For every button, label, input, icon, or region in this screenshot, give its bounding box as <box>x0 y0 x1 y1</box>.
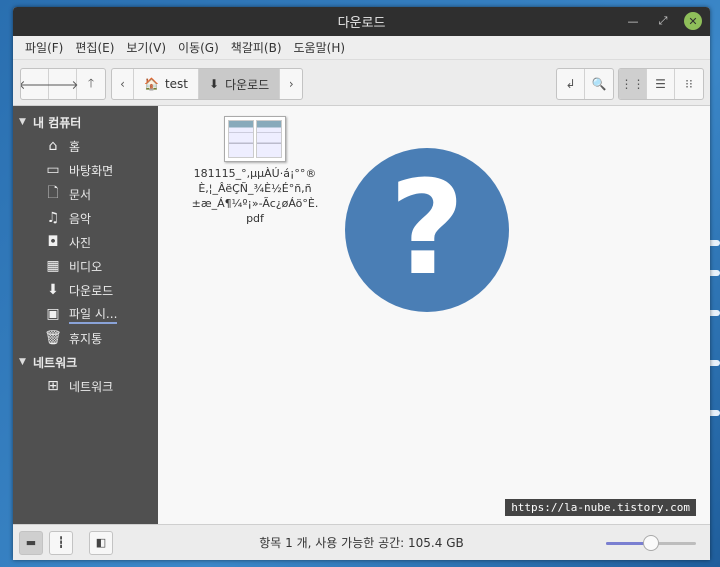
view-mode-group: ⋮⋮ ☰ ⁝⁝ <box>618 68 704 100</box>
search-icon: 🔍 <box>591 77 607 91</box>
sidebar-item-downloads[interactable]: ⬇ 다운로드 <box>13 278 158 302</box>
minimize-icon[interactable]: — <box>624 12 642 30</box>
music-icon: ♫ <box>46 210 60 226</box>
home-icon: ⌂ <box>48 138 58 154</box>
zoom-slider-handle[interactable] <box>643 535 659 551</box>
camera-icon: ◘ <box>47 234 59 250</box>
file-manager-window: 다운로드 — ⤢ ✕ 파일(F) 편집(E) 보기(V) 이동(G) 책갈피(B… <box>13 7 710 560</box>
statusbar: ▬ ┇ ◧ 항목 1 개, 사용 가능한 공간: 105.4 GB <box>13 524 710 560</box>
breadcrumb-label: 다운로드 <box>225 77 270 92</box>
sidebar-item-documents[interactable]: 🗋 문서 <box>13 182 158 206</box>
sidebar-item-filesystem[interactable]: ▣ 파일 시... <box>13 302 158 326</box>
breadcrumb-label: test <box>164 77 188 91</box>
arrow-up-icon: 🡑 <box>87 75 95 90</box>
home-icon: 🏠 <box>144 77 159 91</box>
menu-view[interactable]: 보기(V) <box>120 39 172 56</box>
folder-icon: ▬ <box>25 536 37 549</box>
watermark: https://la-nube.tistory.com <box>505 499 696 516</box>
up-button[interactable]: 🡑 <box>77 69 105 99</box>
sidebar-item-label: 홈 <box>69 139 81 154</box>
list-view-button[interactable]: ☰ <box>647 69 675 99</box>
hide-sidebar-button[interactable]: ◧ <box>89 530 113 555</box>
sidebar-item-label: 휴지통 <box>69 331 103 346</box>
toolbar: 🡐 🡒 🡑 ‹ 🏠 test ⬇ 다운로드 › ↲ 🔍 ⋮⋮ ☰ ⁝⁝ <box>13 60 710 106</box>
menu-help[interactable]: 도움말(H) <box>288 39 352 56</box>
network-icon: ⊞ <box>47 378 59 394</box>
sidebar-item-desktop[interactable]: ▭ 바탕화면 <box>13 158 158 182</box>
drive-icon: ▣ <box>46 306 60 322</box>
back-button[interactable]: 🡐 <box>21 69 51 99</box>
sidebar-item-music[interactable]: ♫ 음악 <box>13 206 158 230</box>
maximize-icon[interactable]: ⤢ <box>654 12 672 30</box>
file-name: 181115_°,µµÀÚ·á¡°°®È,¦_ÂëÇÑ_¾È½É°ñ,ñ±æ_Á… <box>191 167 319 225</box>
file-view: 181115_°,µµÀÚ·á¡°°®È,¦_ÂëÇÑ_¾È½É°ñ,ñ±æ_Á… <box>158 106 710 524</box>
sidebar-item-label: 네트워크 <box>69 379 114 394</box>
sidebar-item-home[interactable]: ⌂ 홈 <box>13 134 158 158</box>
location-search-group: ↲ 🔍 <box>556 68 614 100</box>
chevron-down-icon: ▼ <box>19 357 26 367</box>
grid-icon: ⋮⋮ <box>620 77 645 91</box>
toggle-location-button[interactable]: ↲ <box>557 69 585 99</box>
breadcrumb-downloads[interactable]: ⬇ 다운로드 <box>199 69 281 99</box>
pdf-thumbnail-icon <box>224 116 286 162</box>
titlebar: 다운로드 — ⤢ ✕ <box>13 7 710 36</box>
sidebar: ▼ 내 컴퓨터 ⌂ 홈 ▭ 바탕화면 🗋 문서 ♫ 음악 ◘ 사진 ▦ 비디오 ⬇ 다운로드 … <box>13 106 158 524</box>
chevron-down-icon: ▼ <box>19 117 26 127</box>
icon-view-button[interactable]: ⋮⋮ <box>619 69 647 99</box>
sidebar-item-label: 문서 <box>69 187 92 202</box>
sidebar-header-label: 네트워크 <box>33 355 78 370</box>
menu-go[interactable]: 이동(G) <box>172 39 225 56</box>
trash-icon: 🗑 <box>44 330 62 346</box>
sidebar-item-videos[interactable]: ▦ 비디오 <box>13 254 158 278</box>
compact-list-icon: ⁝⁝ <box>685 77 693 91</box>
sidebar-item-label: 파일 시... <box>69 305 118 324</box>
sidebar-item-label: 다운로드 <box>69 283 114 298</box>
tree-icon: ┇ <box>57 536 65 549</box>
menubar: 파일(F) 편집(E) 보기(V) 이동(G) 책갈피(B) 도움말(H) <box>13 36 710 60</box>
zoom-slider[interactable] <box>606 535 696 551</box>
download-icon: ⬇ <box>209 77 220 91</box>
monitor-icon: ▭ <box>46 162 60 178</box>
show-treeview-button[interactable]: ┇ <box>49 530 73 555</box>
show-places-button[interactable]: ▬ <box>19 530 43 555</box>
document-icon: 🗋 <box>47 185 59 201</box>
sidebar-item-network[interactable]: ⊞ 네트워크 <box>13 374 158 398</box>
breadcrumb-left-button[interactable]: ‹ <box>112 69 134 99</box>
compact-view-button[interactable]: ⁝⁝ <box>675 69 703 99</box>
arrow-right-icon: 🡒 <box>46 77 79 92</box>
search-button[interactable]: 🔍 <box>585 69 613 99</box>
breadcrumb-right-button[interactable]: › <box>280 69 302 99</box>
sidebar-toggle-icon: ◧ <box>95 536 107 549</box>
sidebar-header-network[interactable]: ▼ 네트워크 <box>13 350 158 374</box>
question-mark-icon: ? <box>345 148 509 312</box>
history-nav: 🡐 🡒 🡑 <box>20 68 106 100</box>
menu-bookmarks[interactable]: 책갈피(B) <box>225 39 288 56</box>
sidebar-item-pictures[interactable]: ◘ 사진 <box>13 230 158 254</box>
list-icon: ☰ <box>655 77 666 91</box>
sidebar-header-computer[interactable]: ▼ 내 컴퓨터 <box>13 110 158 134</box>
window-title: 다운로드 <box>337 16 386 31</box>
sidebar-item-trash[interactable]: 🗑 휴지통 <box>13 326 158 350</box>
menu-file[interactable]: 파일(F) <box>19 39 69 56</box>
download-icon: ⬇ <box>47 282 59 298</box>
breadcrumb-home[interactable]: 🏠 test <box>134 69 199 99</box>
sidebar-item-label: 비디오 <box>69 259 103 274</box>
sidebar-item-label: 사진 <box>69 235 92 250</box>
sidebar-item-label: 음악 <box>69 211 92 226</box>
sidebar-header-label: 내 컴퓨터 <box>33 115 82 130</box>
file-item[interactable]: 181115_°,µµÀÚ·á¡°°®È,¦_ÂëÇÑ_¾È½É°ñ,ñ±æ_Á… <box>190 116 320 226</box>
forward-button[interactable]: 🡒 <box>46 69 79 99</box>
location-icon: ↲ <box>565 77 576 91</box>
film-icon: ▦ <box>46 258 60 274</box>
close-icon[interactable]: ✕ <box>684 12 702 30</box>
menu-edit[interactable]: 편집(E) <box>69 39 120 56</box>
breadcrumb: ‹ 🏠 test ⬇ 다운로드 › <box>111 68 304 100</box>
sidebar-item-label: 바탕화면 <box>69 163 114 178</box>
